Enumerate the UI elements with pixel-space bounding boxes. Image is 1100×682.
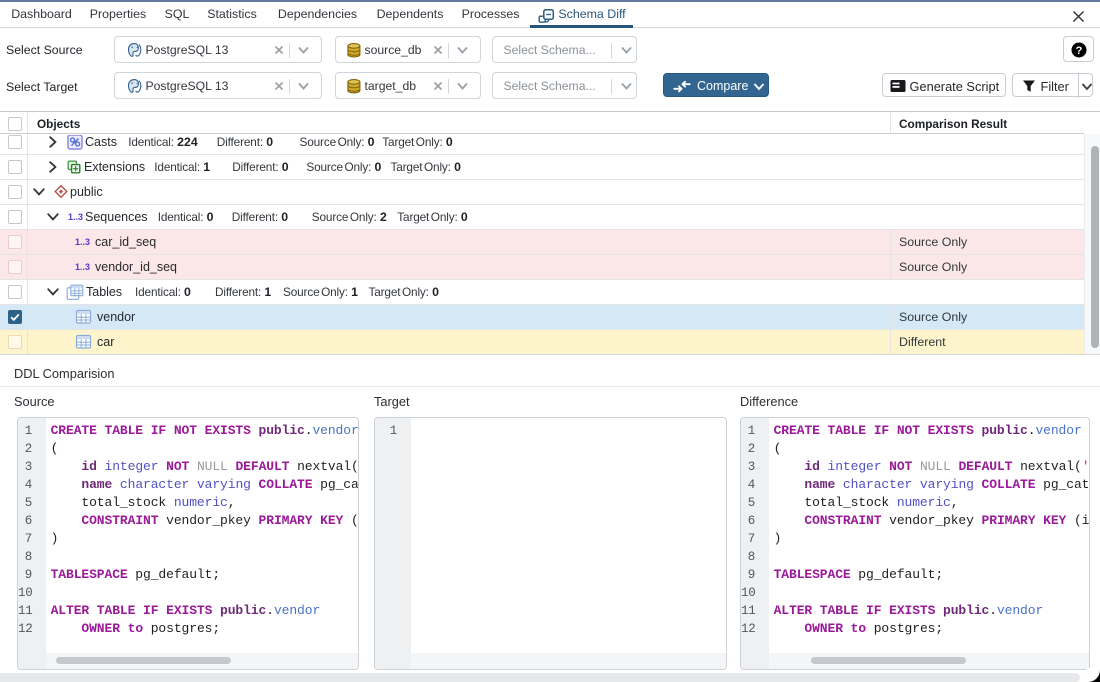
- svg-text:?: ?: [1076, 45, 1083, 57]
